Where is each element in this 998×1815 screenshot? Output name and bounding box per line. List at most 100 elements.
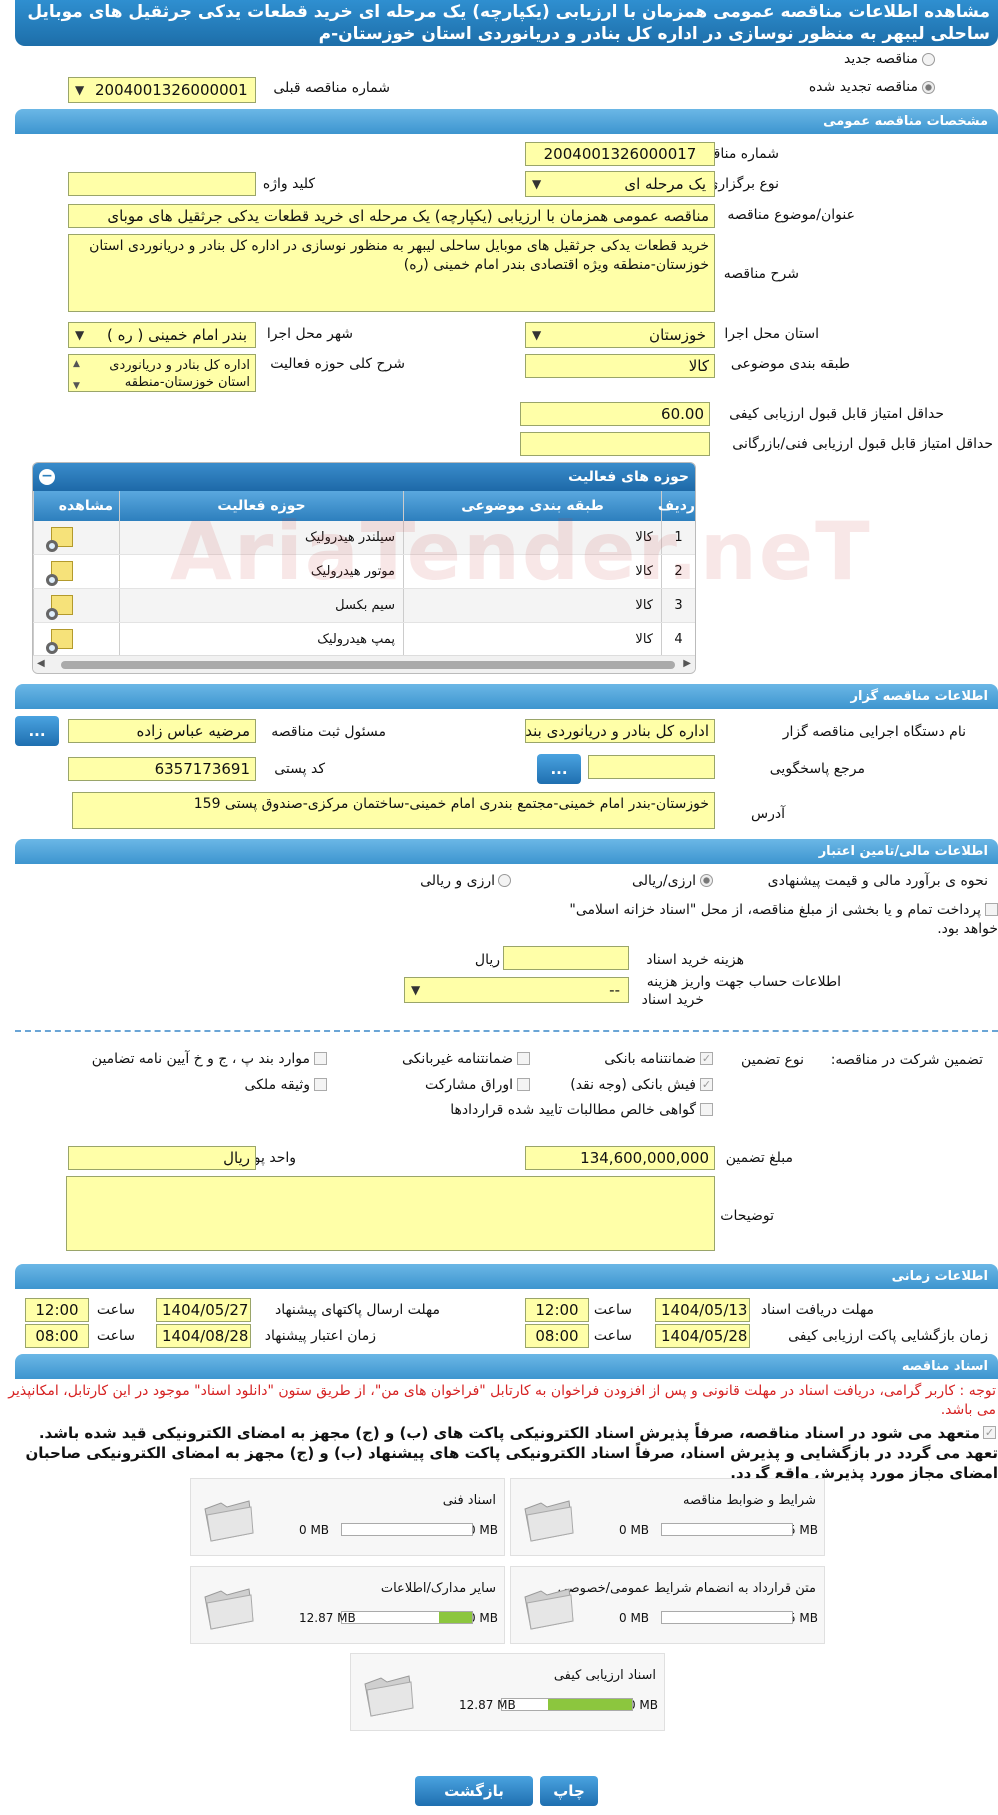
subject-field[interactable]: مناقصه عمومی همزمان با ارزیابی (یکپارچه)… [68, 204, 715, 228]
org-section-header: اطلاعات مناقصه گزار [15, 684, 998, 709]
registrar-field[interactable]: مرضیه عباس زاده [68, 719, 256, 743]
device-field[interactable]: اداره کل بنادر و دریانوردی بند [525, 719, 715, 743]
row-activity: پمپ هیدرولیک [119, 623, 403, 656]
document-file-box[interactable]: شرایط و ضوابط مناقصه 5 MB 0 MB [510, 1478, 825, 1556]
document-file-box[interactable]: متن قرارداد به انضمام شرایط عمومی/خصوصی 5… [510, 1566, 825, 1644]
view-document-icon[interactable] [45, 629, 73, 654]
chevron-down-icon: ▼ [532, 328, 542, 342]
time-section-header: اطلاعات زمانی [15, 1264, 998, 1289]
new-tender-radio[interactable] [922, 53, 935, 66]
address-field[interactable]: خوزستان-بندر امام خمینی-مجتمع بندری امام… [72, 792, 715, 829]
account-select[interactable]: ▼ -- [404, 977, 629, 1003]
min-tech-field[interactable] [520, 432, 710, 456]
file-name: متن قرارداد به انضمام شرایط عمومی/خصوصی [557, 1581, 816, 1596]
document-file-box[interactable]: سایر مدارک/اطلاعات 50 MB 12.87 MB [190, 1566, 505, 1644]
view-document-icon[interactable] [45, 527, 73, 552]
chevron-down-icon: ▼ [411, 983, 421, 997]
file-current-size: 0 MB [619, 1611, 650, 1625]
min-tech-label: حداقل امتیاز قابل قبول ارزیابی فنی/بازرگ… [732, 436, 993, 452]
view-document-icon[interactable] [45, 595, 73, 620]
nonbank-guarantee-checkbox[interactable] [517, 1052, 530, 1065]
doc-cost-field[interactable] [503, 946, 629, 970]
chevron-down-icon: ▼ [75, 328, 85, 342]
cases-label: موارد بند پ ، ج و خ آیین نامه تضامین [91, 1051, 310, 1067]
estimate-opt2-radio[interactable] [498, 874, 511, 887]
file-progress-fill [438, 1612, 472, 1623]
notes-field[interactable] [66, 1176, 715, 1251]
province-select[interactable]: ▼ خوزستان [525, 322, 715, 348]
valid-date-field[interactable]: 1404/08/28 [156, 1324, 251, 1348]
open-date-field[interactable]: 1404/05/28 [655, 1324, 750, 1348]
keyword-field[interactable] [68, 172, 256, 196]
print-button[interactable]: چاپ [540, 1776, 598, 1806]
number-field[interactable]: 2004001326000017 [525, 142, 715, 166]
scroll-down-icon[interactable]: ▼ [73, 378, 80, 391]
desc-field[interactable]: خرید قطعات یدکی جرثقیل های موبایل ساحلی … [68, 234, 715, 312]
view-cell [33, 555, 119, 588]
postal-field[interactable]: 6357173691 [68, 757, 256, 781]
nonbank-guarantee-label: ضمانتنامه غیربانکی [401, 1051, 513, 1067]
col-category: طبقه بندی موضوعی [403, 491, 661, 521]
amount-field[interactable]: 134,600,000,000 [525, 1146, 715, 1170]
folder-icon [524, 1588, 574, 1630]
activities-grid-title: حوزه های فعالیت − [33, 463, 695, 491]
row-activity: سیم بکسل [119, 589, 403, 622]
scrollbar-thumb[interactable] [61, 661, 675, 669]
activities-grid: حوزه های فعالیت − ردیف طبقه بندی موضوعی ح… [32, 462, 696, 674]
file-progress-fill [548, 1699, 632, 1710]
send-time-field[interactable]: 12:00 [25, 1298, 89, 1322]
activities-grid-header: ردیف طبقه بندی موضوعی حوزه فعالیت مشاهده [33, 491, 695, 521]
collapse-icon[interactable]: − [39, 469, 55, 485]
back-button[interactable]: بازگشت [415, 1776, 533, 1806]
send-date-field[interactable]: 1404/05/27 [156, 1298, 251, 1322]
bonds-checkbox[interactable] [517, 1078, 530, 1091]
scroll-left-icon[interactable]: ◀ [37, 658, 45, 669]
type-select[interactable]: ▼ یک مرحله ای [525, 171, 715, 197]
file-current-size: 12.87 MB [459, 1698, 516, 1712]
scroll-up-icon[interactable]: ▲ [73, 356, 80, 373]
doc-cost-label: هزینه خرید اسناد [646, 952, 744, 968]
new-tender-label: مناقصه جدید [843, 51, 918, 67]
province-label: استان محل اجرا [724, 326, 819, 342]
responder-field[interactable] [588, 755, 715, 779]
scroll-right-icon[interactable]: ▶ [683, 658, 691, 669]
file-progress-bar [501, 1698, 633, 1711]
grid-horizontal-scrollbar[interactable]: ◀ ▶ [33, 655, 695, 673]
document-file-box[interactable]: اسناد فنی 50 MB 0 MB [190, 1478, 505, 1556]
send-hour-label: ساعت [96, 1302, 135, 1318]
cases-checkbox[interactable] [314, 1052, 327, 1065]
responder-lookup-button[interactable]: ... [537, 754, 581, 784]
activity-field[interactable]: اداره کل بنادر و دریانوردی استان خوزستان… [68, 354, 256, 392]
page-title: مشاهده اطلاعات مناقصه عمومی همزمان با ار… [15, 0, 998, 46]
bank-guarantee-checkbox[interactable]: ✓ [700, 1052, 713, 1065]
valid-time-field[interactable]: 08:00 [25, 1324, 89, 1348]
claims-checkbox[interactable] [700, 1103, 713, 1116]
treasury-text-line2: خواهد بود. [937, 921, 998, 937]
receive-time-field[interactable]: 12:00 [525, 1298, 589, 1322]
treasury-checkbox[interactable] [985, 903, 998, 916]
estimate-opt1-radio[interactable] [700, 874, 713, 887]
open-time-field[interactable]: 08:00 [525, 1324, 589, 1348]
property-label: وثیقه ملکی [244, 1077, 310, 1093]
min-quality-field[interactable]: 60.00 [520, 402, 710, 426]
divider [15, 1030, 998, 1032]
row-index: 4 [661, 623, 695, 656]
valid-label: زمان اعتبار پیشنهاد [264, 1328, 376, 1344]
cheque-checkbox[interactable]: ✓ [700, 1078, 713, 1091]
renewed-tender-radio[interactable] [922, 81, 935, 94]
registrar-lookup-button[interactable]: ... [15, 716, 59, 746]
currency-field[interactable]: ریال [68, 1146, 256, 1170]
property-checkbox[interactable] [314, 1078, 327, 1091]
folder-icon [204, 1588, 254, 1630]
category-field[interactable]: کالا [525, 354, 715, 378]
open-label: زمان بازگشایی پاکت ارزیابی کیفی [788, 1328, 988, 1344]
city-select[interactable]: ▼ بندر امام خمینی ( ره ) [68, 322, 256, 348]
view-document-icon[interactable] [45, 561, 73, 586]
file-name: سایر مدارک/اطلاعات [380, 1581, 496, 1596]
row-category: کالا [403, 623, 661, 656]
prev-number-select[interactable]: ▼ 2004001326000001 [68, 77, 256, 103]
table-row: 1 کالا سیلندر هیدرولیک [33, 521, 695, 555]
docs-note: توجه : کاربر گرامی، دریافت اسناد در مهلت… [8, 1383, 996, 1418]
document-file-box[interactable]: اسناد ارزیابی کیفی 20 MB 12.87 MB [350, 1653, 665, 1731]
receive-date-field[interactable]: 1404/05/13 [655, 1298, 750, 1322]
